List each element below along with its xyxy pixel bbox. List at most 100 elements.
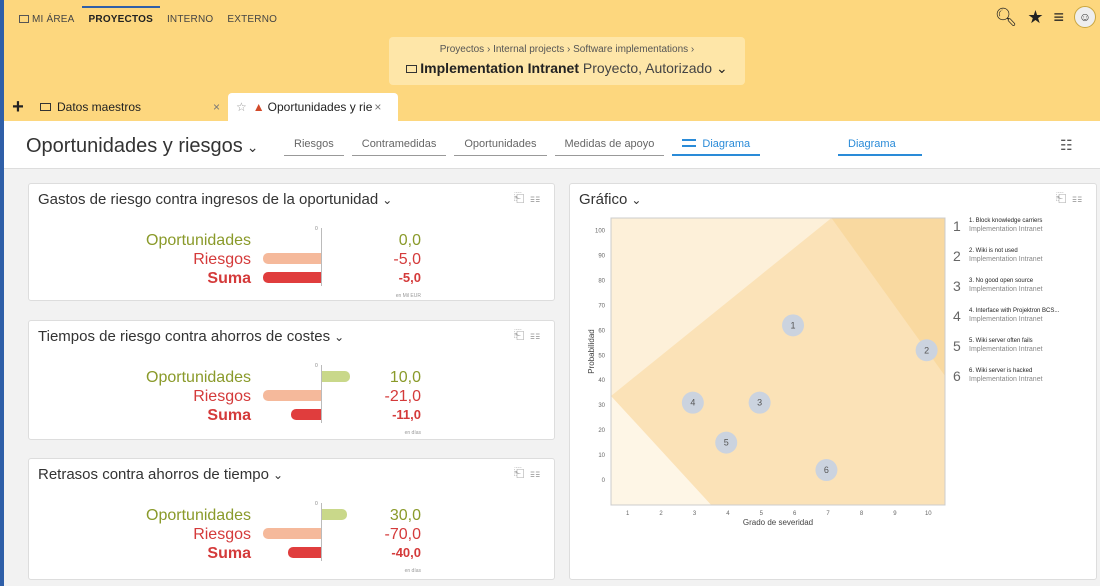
nav-interno[interactable]: INTERNO [160, 6, 220, 31]
card-title[interactable]: Gastos de riesgo contra ingresos de la o… [38, 191, 392, 208]
legend-title: 2. Wiki is not used [969, 248, 1018, 254]
legend-subtitle: Implementation Intranet [969, 226, 1043, 233]
row-label: Suma [207, 407, 251, 424]
tab-medidas-de-apoyo[interactable]: Medidas de apoyo [554, 138, 665, 156]
export-icon[interactable]: ⎗ [514, 465, 530, 480]
page-title[interactable]: Oportunidades y riesgos ⌄ [26, 135, 259, 158]
close-icon[interactable]: × [374, 100, 381, 114]
nav-proyectos-label: PROYECTOS [88, 14, 153, 25]
x-tick-label: 9 [893, 511, 897, 517]
row-value: -21,0 [384, 388, 421, 405]
tab-label: Datos maestros [57, 100, 142, 114]
row-label: Suma [207, 545, 251, 562]
legend-subtitle: Implementation Intranet [969, 346, 1043, 353]
filter-settings-icon[interactable]: ☷ [1060, 137, 1073, 154]
legend-subtitle: Implementation Intranet [969, 256, 1043, 263]
row-value: -5,0 [398, 270, 421, 285]
breadcrumb[interactable]: Proyectos › Internal projects › Software… [389, 44, 745, 55]
legend-subtitle: Implementation Intranet [969, 376, 1043, 383]
settings-icon[interactable]: ☷ [530, 190, 546, 205]
tab-oportunidades-sub[interactable]: Oportunidades [454, 138, 547, 156]
y-axis-label: Probabilidad [587, 329, 596, 373]
x-tick-label: 10 [925, 511, 932, 517]
legend-number: 5 [953, 338, 961, 354]
risk-point-label: 2 [924, 345, 929, 355]
row-label: Oportunidades [146, 369, 251, 386]
export-icon[interactable]: ⎗ [514, 327, 530, 342]
row-value: -70,0 [384, 526, 421, 543]
legend-item[interactable]: 5 5. Wiki server often fails Implementat… [953, 338, 1093, 368]
value-bar [322, 371, 350, 382]
nav-mi-area[interactable]: MI ÁREA [12, 6, 82, 31]
tab-label: Medidas de apoyo [564, 138, 655, 150]
row-value: 10,0 [389, 369, 421, 386]
row-value: -11,0 [392, 407, 421, 422]
nav-interno-label: INTERNO [166, 14, 214, 25]
tab-diagrama[interactable]: Diagrama [672, 138, 761, 156]
card-title[interactable]: Retrasos contra ahorros de tiempo ⌄ [38, 466, 283, 483]
legend-number: 2 [953, 248, 961, 264]
tab-label: Diagrama [702, 138, 751, 150]
project-selector[interactable]: Implementation Intranet Proyecto, Autori… [389, 60, 745, 77]
legend-item[interactable]: 4 4. Interface with Projektron BCS... Im… [953, 308, 1093, 338]
tab-datos-maestros[interactable]: Datos maestros × [32, 93, 228, 121]
card-title[interactable]: Gráfico ⌄ [579, 191, 641, 208]
star-icon[interactable]: ★ [1027, 7, 1043, 27]
legend-title: 1. Block knowledge carriers [969, 218, 1043, 224]
pin-icon[interactable]: ☆ [236, 100, 247, 114]
folder-icon [40, 103, 51, 111]
x-tick-label: 5 [760, 511, 764, 517]
legend-subtitle: Implementation Intranet [969, 316, 1043, 323]
zero-tick-label: 0 [315, 226, 318, 232]
y-tick-label: 70 [598, 303, 605, 309]
legend-title: 3. No good open source [969, 278, 1034, 284]
legend-title: 6. Wiki server is hacked [969, 368, 1033, 374]
menu-icon[interactable]: ≡ [1053, 7, 1064, 27]
x-tick-label: 6 [793, 511, 797, 517]
y-tick-label: 90 [598, 253, 605, 259]
tab-diagrama-view[interactable]: Diagrama [838, 138, 922, 156]
legend-item[interactable]: 1 1. Block knowledge carriers Implementa… [953, 218, 1093, 248]
legend-item[interactable]: 6 6. Wiki server is hacked Implementatio… [953, 368, 1093, 398]
nav-externo[interactable]: EXTERNO [220, 6, 284, 31]
tab-oportunidades[interactable]: ☆ ▲ Oportunidades y rie × [228, 93, 398, 121]
close-icon[interactable]: × [213, 100, 220, 114]
avatar[interactable]: ☺ [1074, 6, 1096, 28]
y-tick-label: 40 [598, 378, 605, 384]
settings-icon[interactable]: ☷ [530, 465, 546, 480]
settings-icon[interactable]: ☷ [1072, 190, 1088, 205]
card-retrasos: Retrasos contra ahorros de tiempo ⌄ ⎗☷ 0 O… [28, 458, 555, 580]
value-bar [263, 528, 321, 539]
chevron-down-icon: ⌄ [715, 60, 728, 76]
search-icon[interactable]: 🔍︎ [994, 7, 1017, 27]
y-tick-label: 60 [598, 328, 605, 334]
card-title[interactable]: Tiempos de riesgo contra ahorros de cost… [38, 328, 344, 345]
dashboard-icon [19, 15, 29, 23]
unit-label: en Mil EUR [395, 293, 421, 299]
export-icon[interactable]: ⎗ [514, 190, 530, 205]
chart-axis-line [321, 228, 322, 286]
risk-point-label: 4 [690, 398, 695, 408]
unit-label: en días [404, 568, 421, 574]
tab-contramedidas[interactable]: Contramedidas [351, 138, 447, 156]
tab-riesgos[interactable]: Riesgos [284, 138, 344, 156]
card-toolbar: ⎗☷ [514, 190, 546, 206]
settings-icon[interactable]: ☷ [530, 327, 546, 342]
card-title-label: Tiempos de riesgo contra ahorros de cost… [38, 328, 331, 345]
legend-item[interactable]: 3 3. No good open source Implementation … [953, 278, 1093, 308]
x-tick-label: 7 [826, 511, 830, 517]
risk-point-label: 6 [824, 465, 829, 475]
subtab-bar: Riesgos Contramedidas Oportunidades Medi… [284, 138, 768, 156]
nav-proyectos[interactable]: PROYECTOS [81, 6, 160, 31]
row-value: 30,0 [389, 507, 421, 524]
legend-item[interactable]: 2 2. Wiki is not used Implementation Int… [953, 248, 1093, 278]
y-tick-label: 100 [595, 228, 606, 234]
zero-tick-label: 0 [315, 501, 318, 507]
zero-tick-label: 0 [315, 363, 318, 369]
risk-chart: 0 10 20 30 40 50 60 70 80 90 100 1 2 3 4 5 6 7 8 9 10 Grado d… [587, 217, 946, 527]
y-tick-label: 80 [598, 278, 605, 284]
export-icon[interactable]: ⎗ [1056, 190, 1072, 205]
tab-label: Diagrama [848, 138, 896, 150]
legend-number: 3 [953, 278, 961, 294]
add-tab-button[interactable]: + [4, 96, 32, 119]
